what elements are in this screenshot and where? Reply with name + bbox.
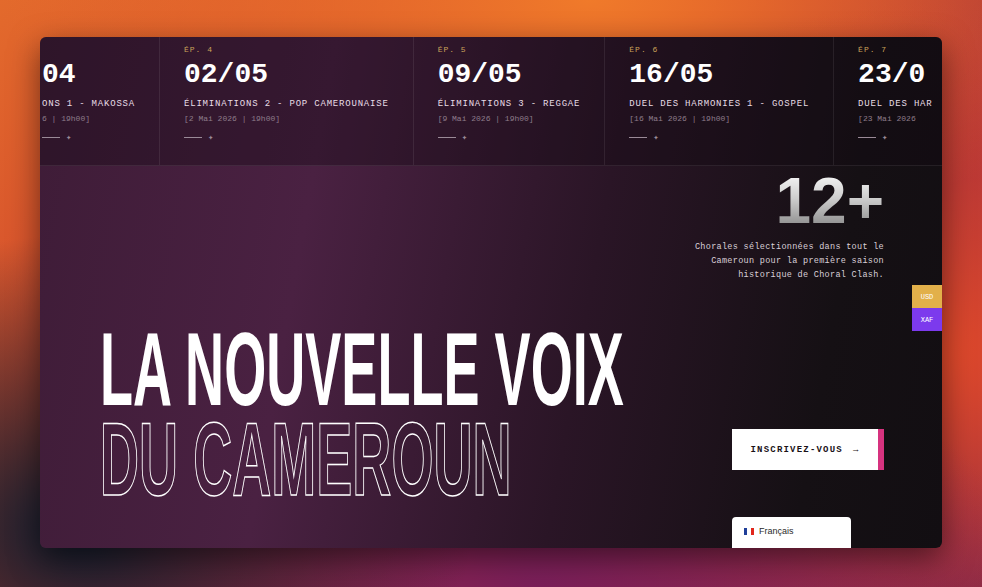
episode-date: 02/05 xyxy=(184,60,389,90)
desktop: 04 ONS 1 - MAKOSSA 6 | 19h00] ✦ ÉP. 4 02/05 ÉL… xyxy=(0,0,982,587)
episode-title: ÉLIMINATIONS 2 - POP CAMEROUNAISE xyxy=(184,99,389,109)
arrow-icon: → xyxy=(853,445,860,455)
language-select[interactable]: Français xyxy=(732,517,851,548)
episode-card[interactable]: ÉP. 5 09/05 ÉLIMINATIONS 3 - REGGAE [9 Mai … xyxy=(414,37,606,165)
episode-schedule: [16 Mai 2026 | 19h00] xyxy=(629,114,809,123)
decoration-line xyxy=(629,137,647,138)
episode-decoration: ✦ xyxy=(438,132,581,143)
episode-decoration: ✦ xyxy=(42,132,135,143)
sparkle-icon: ✦ xyxy=(653,132,658,143)
episode-decoration: ✦ xyxy=(858,132,932,143)
episode-schedule: [9 Mai 2026 | 19h00] xyxy=(438,114,581,123)
actions: INSCRIVEZ-VOUS → Français xyxy=(732,429,884,548)
episode-title: ÉLIMINATIONS 3 - REGGAE xyxy=(438,99,581,109)
france-flag-icon xyxy=(744,528,754,535)
episode-schedule: [23 Mai 2026 xyxy=(858,114,932,123)
episode-card[interactable]: 04 ONS 1 - MAKOSSA 6 | 19h00] ✦ xyxy=(40,37,160,165)
hero-body: LA NOUVELLE VOIXDU CAMEROUN 12+ Chorales s… xyxy=(40,166,942,548)
episode-strip: 04 ONS 1 - MAKOSSA 6 | 19h00] ✦ ÉP. 4 02/05 ÉL… xyxy=(40,37,942,166)
episode-card[interactable]: ÉP. 7 23/0 DUEL DES HAR [23 Mai 2026 ✦ xyxy=(834,37,942,165)
episode-decoration: ✦ xyxy=(184,132,389,143)
signup-label: INSCRIVEZ-VOUS xyxy=(750,445,842,455)
episode-card[interactable]: ÉP. 4 02/05 ÉLIMINATIONS 2 - POP CAMEROUNA… xyxy=(160,37,414,165)
episode-date: 16/05 xyxy=(629,60,809,90)
signup-button[interactable]: INSCRIVEZ-VOUS → xyxy=(732,429,884,470)
sparkle-icon: ✦ xyxy=(462,132,467,143)
currency-tab[interactable]: USD xyxy=(912,285,942,308)
episode-label: ÉP. 6 xyxy=(629,45,809,56)
episode-label: ÉP. 7 xyxy=(858,45,932,56)
episode-decoration: ✦ xyxy=(629,132,809,143)
sparkle-icon: ✦ xyxy=(208,132,213,143)
decoration-line xyxy=(42,137,60,138)
episode-label: ÉP. 4 xyxy=(184,45,389,56)
language-label: Français xyxy=(759,526,794,536)
headline-line: LA NOUVELLE VOIX xyxy=(100,324,408,414)
episode-title: DUEL DES HAR xyxy=(858,99,932,109)
decoration-line xyxy=(858,137,876,138)
episode-card[interactable]: ÉP. 6 16/05 DUEL DES HARMONIES 1 - GOSPEL [… xyxy=(605,37,834,165)
currency-switcher: USDXAF xyxy=(912,285,942,331)
hero-panel: 04 ONS 1 - MAKOSSA 6 | 19h00] ✦ ÉP. 4 02/05 ÉL… xyxy=(40,37,942,548)
episode-schedule: [2 Mai 2026 | 19h00] xyxy=(184,114,389,123)
episode-label: ÉP. 5 xyxy=(438,45,581,56)
episode-title: DUEL DES HARMONIES 1 - GOSPEL xyxy=(629,99,809,109)
decoration-line xyxy=(438,137,456,138)
sparkle-icon: ✦ xyxy=(882,132,887,143)
stat-value: 12+ xyxy=(775,168,884,234)
stat-description: Chorales sélectionnées dans tout le Came… xyxy=(692,240,884,282)
episode-schedule: 6 | 19h00] xyxy=(42,114,135,123)
episode-label xyxy=(42,45,135,56)
decoration-line xyxy=(184,137,202,138)
sparkle-icon: ✦ xyxy=(66,132,71,143)
currency-tab[interactable]: XAF xyxy=(912,308,942,331)
episode-date: 23/0 xyxy=(858,60,932,90)
episode-title: ONS 1 - MAKOSSA xyxy=(42,99,135,109)
hero-side: 12+ Chorales sélectionnées dans tout le C… xyxy=(692,166,884,548)
headline-outline-line: DU CAMEROUN xyxy=(100,414,408,504)
episode-date: 09/05 xyxy=(438,60,581,90)
headline: LA NOUVELLE VOIXDU CAMEROUN xyxy=(40,166,692,548)
episode-date: 04 xyxy=(42,60,135,90)
